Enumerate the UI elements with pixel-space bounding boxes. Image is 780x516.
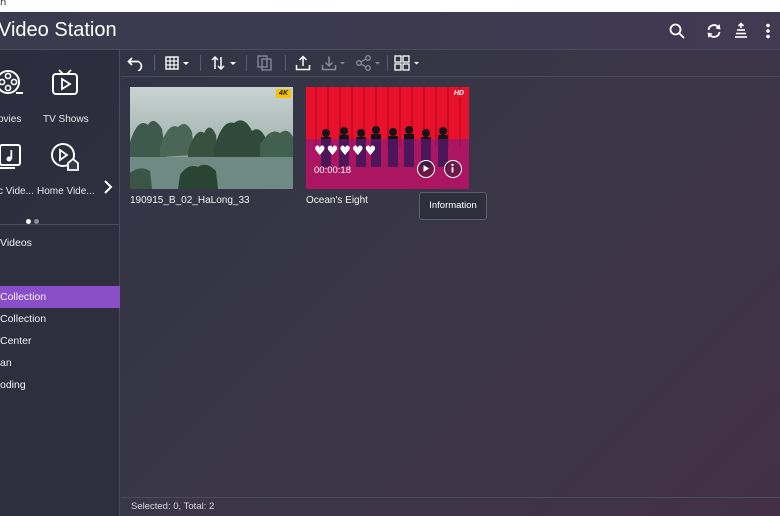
copy-icon[interactable] <box>256 55 274 71</box>
sidebar-tile-label: c Vide... <box>0 186 34 197</box>
download-icon[interactable] <box>321 55 347 71</box>
toolbar-separator <box>200 55 201 71</box>
sidebar-item-center[interactable]: Center <box>0 330 120 352</box>
page-dots <box>26 211 42 229</box>
sidebar-divider <box>0 224 120 225</box>
upload-icon[interactable] <box>295 55 311 71</box>
sidebar-item-collection-2[interactable]: Collection <box>0 308 120 330</box>
app-title: Video Station <box>0 19 117 41</box>
sidebar-section-videos[interactable]: Videos <box>0 232 120 254</box>
sort-icon[interactable] <box>210 55 238 71</box>
video-card[interactable]: 4K 190915_B_02_HaLong_33 <box>130 87 293 206</box>
rating-hearts[interactable]: ♥♥♥♥♥ <box>314 144 377 159</box>
info-icon <box>451 163 454 173</box>
app-header: Video Station <box>0 12 780 50</box>
toolbar <box>121 50 780 77</box>
back-icon[interactable] <box>127 55 145 71</box>
toolbar-separator <box>154 55 155 71</box>
share-icon[interactable] <box>355 55 383 71</box>
status-text: Selected: 0, Total: 2 <box>131 501 215 512</box>
quality-badge: HD <box>450 89 467 98</box>
tv-icon <box>52 69 78 95</box>
info-button[interactable] <box>444 160 462 178</box>
more-icon[interactable] <box>759 22 777 40</box>
video-title: Ocean's Eight <box>306 195 368 206</box>
video-duration: 00:00:18 <box>314 165 351 176</box>
video-card-selected[interactable]: HD ♥♥♥♥♥ 00:00:18 Ocean's Eight <box>306 87 469 206</box>
sidebar-tile-label: ovies <box>0 114 22 125</box>
home-video-icon <box>51 143 79 171</box>
sidebar-item-oding[interactable]: oding <box>0 374 120 396</box>
toolbar-separator <box>285 55 286 71</box>
video-title: 190915_B_02_HaLong_33 <box>130 195 250 206</box>
quality-badge: 4K <box>276 89 291 98</box>
top-strip-text: n <box>0 0 7 8</box>
video-thumbnail[interactable]: 4K <box>130 87 293 189</box>
status-bar: Selected: 0, Total: 2 <box>121 497 780 516</box>
refresh-icon[interactable] <box>705 22 723 40</box>
tasks-icon[interactable] <box>732 22 750 40</box>
film-reel-icon <box>0 70 23 94</box>
sidebar-tile-label: Home Vide... <box>37 186 95 197</box>
info-tooltip: Information <box>419 192 487 220</box>
chevron-right-icon[interactable] <box>101 178 115 196</box>
music-video-icon <box>0 144 21 169</box>
sidebar-tile-label: TV Shows <box>43 114 89 125</box>
play-button[interactable] <box>417 160 435 178</box>
sidebar-item-an[interactable]: an <box>0 352 120 374</box>
search-icon[interactable] <box>668 22 686 40</box>
multi-select-icon[interactable] <box>394 55 422 71</box>
toolbar-separator <box>387 55 388 71</box>
sidebar-tile-home-videos[interactable]: Home Vide... <box>36 142 106 202</box>
halong-bay-thumbnail-image <box>130 87 293 189</box>
sidebar: ovies TV Shows c Vide... Home Vide... Vi… <box>0 50 120 516</box>
top-strip: n <box>0 0 780 12</box>
sidebar-item-collection-1[interactable]: Collection <box>0 286 120 308</box>
toolbar-separator <box>246 55 247 71</box>
sidebar-tile-tv-shows[interactable]: TV Shows <box>36 68 106 128</box>
play-icon <box>423 165 429 172</box>
video-thumbnail[interactable]: HD ♥♥♥♥♥ 00:00:18 <box>306 87 469 189</box>
grid-view-icon[interactable] <box>165 55 191 71</box>
